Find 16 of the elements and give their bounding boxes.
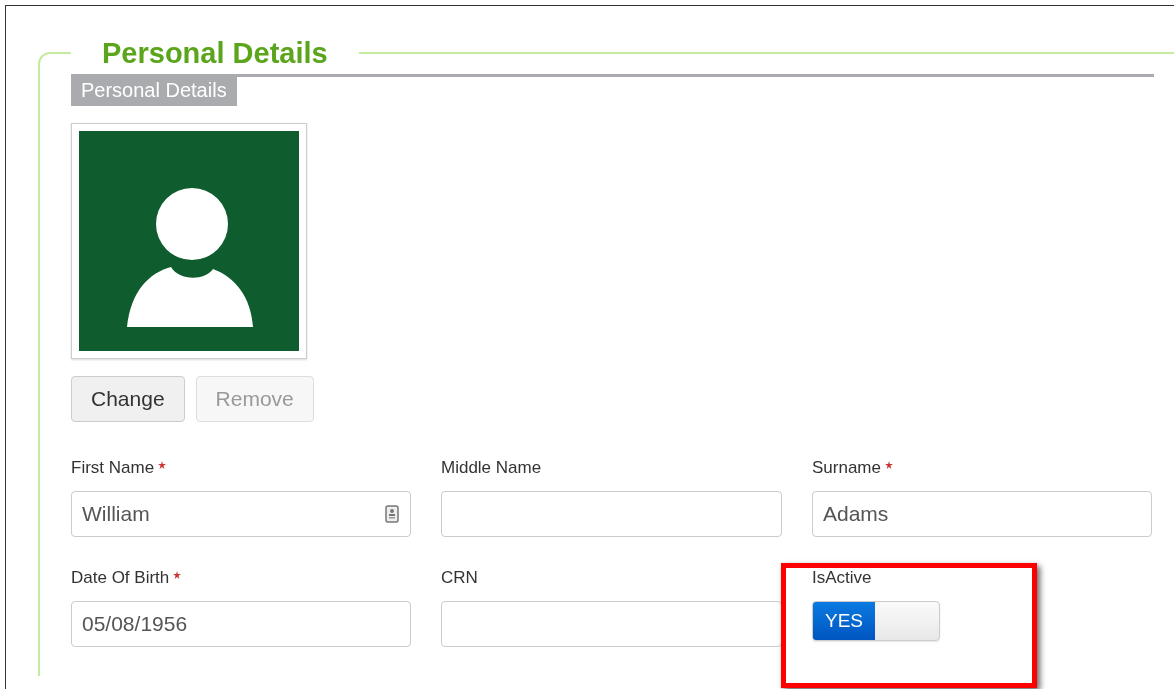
section-title: Personal Details xyxy=(71,77,237,106)
input-field[interactable] xyxy=(441,491,782,537)
change-button[interactable]: Change xyxy=(71,376,185,422)
field-label: Date Of Birth xyxy=(71,568,170,588)
input-field[interactable] xyxy=(441,601,782,647)
toggle-switch[interactable]: YES xyxy=(812,601,940,641)
field-label: IsActive xyxy=(812,568,872,588)
input-field[interactable]: William xyxy=(71,491,411,537)
input-field[interactable]: Adams xyxy=(812,491,1152,537)
panel-legend: Personal Details xyxy=(71,36,359,70)
contact-card-icon[interactable] xyxy=(385,505,399,523)
field-label: First Name xyxy=(71,458,155,478)
input-field[interactable]: 05/08/1956 xyxy=(71,601,411,647)
field-label: CRN xyxy=(441,568,478,588)
field-label: Surname xyxy=(812,458,881,478)
field-label: Middle Name xyxy=(441,458,542,478)
